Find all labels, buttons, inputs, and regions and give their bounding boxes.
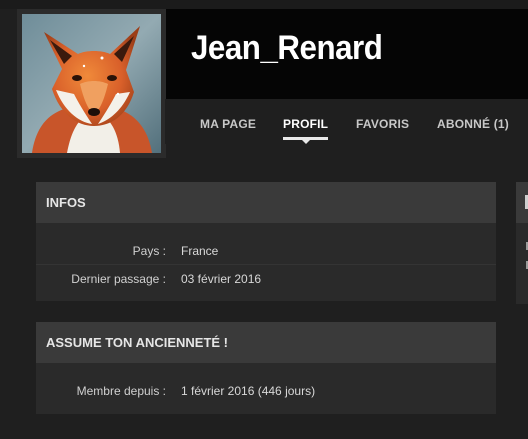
tab-favoris[interactable]: FAVORIS bbox=[356, 117, 409, 131]
profile-nav: MA PAGE PROFIL FAVORIS ABONNÉ (1) bbox=[165, 99, 528, 144]
profile-page: Jean_Renard MA PAGE PROFIL FAVORIS ABONN… bbox=[0, 0, 528, 439]
avatar-frame bbox=[17, 9, 166, 158]
avatar[interactable] bbox=[22, 14, 161, 153]
info-row-member-since: Membre depuis : 1 février 2016 (446 jour… bbox=[36, 377, 496, 404]
tab-abonne[interactable]: ABONNÉ (1) bbox=[437, 117, 509, 131]
info-value: France bbox=[181, 244, 219, 258]
tab-label: FAVORIS bbox=[356, 117, 410, 131]
side-panel-cut bbox=[516, 182, 528, 304]
top-strip bbox=[0, 0, 528, 9]
tab-label: PROFIL bbox=[283, 117, 329, 131]
info-row-country: Pays : France bbox=[36, 237, 496, 264]
infos-panel: INFOS Pays : France Dernier passage : 03… bbox=[36, 182, 496, 301]
anciennete-panel-title: ASSUME TON ANCIENNETÉ ! bbox=[36, 322, 496, 363]
info-label: Dernier passage : bbox=[71, 272, 166, 286]
active-tab-notch bbox=[301, 140, 310, 144]
info-value: 03 février 2016 bbox=[181, 272, 262, 286]
info-label: Membre depuis : bbox=[76, 384, 166, 398]
info-label: Pays : bbox=[132, 244, 166, 258]
profile-banner: Jean_Renard bbox=[165, 9, 528, 99]
tab-ma-page[interactable]: MA PAGE bbox=[200, 117, 256, 131]
info-row-last-visit: Dernier passage : 03 février 2016 bbox=[36, 264, 496, 291]
profile-username: Jean_Renard bbox=[191, 29, 383, 67]
infos-panel-title: INFOS bbox=[36, 182, 496, 223]
tab-label: MA PAGE bbox=[200, 117, 257, 131]
info-value: 1 février 2016 (446 jours) bbox=[181, 384, 316, 398]
tab-profil[interactable]: PROFIL bbox=[283, 117, 329, 144]
tab-label: ABONNÉ (1) bbox=[437, 117, 510, 131]
anciennete-panel: ASSUME TON ANCIENNETÉ ! Membre depuis : … bbox=[36, 322, 496, 414]
